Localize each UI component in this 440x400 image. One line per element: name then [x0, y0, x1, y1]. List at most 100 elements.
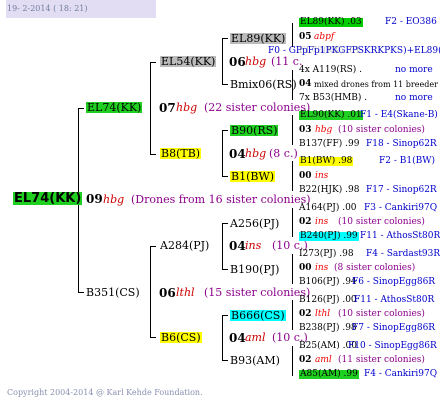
copyright: Copyright 2004-2014 @ Karl Kehde Foundat… — [7, 388, 203, 397]
g5-bottom-queen[interactable]: B240(PJ) .99 — [299, 232, 359, 241]
root-note: (Drones from 16 sister colonies) — [131, 193, 311, 206]
g8-note: (11 sister colonies) — [338, 355, 425, 365]
g2-mixed-drones: mixed drones from 11 breeder col. — [314, 80, 440, 89]
queen-l2-2-year: hbg — [245, 147, 267, 160]
connector — [222, 38, 228, 39]
mother-year: hbg — [176, 101, 198, 114]
queen-l2-2-note: (8 c.) — [269, 147, 298, 160]
g3-bottom-lineage: F18 - Sinop62R — [366, 139, 437, 149]
drone-year: lthl — [176, 286, 195, 299]
connector — [222, 84, 228, 85]
g3-note: (10 sister colonies) — [338, 125, 425, 135]
g6-bottom-queen[interactable]: B106(PJ) .94 — [299, 278, 357, 287]
mother-note: (22 sister colonies) — [204, 101, 311, 114]
g7-bottom-lineage: F7 - SinopEgg86R — [352, 323, 436, 333]
g1-top-lineage: F2 - EO386 — [385, 17, 437, 27]
g3-top-lineage: F1 - E4(Skane-B) — [360, 110, 438, 120]
g5-top-queen[interactable]: A164(PJ) .00 — [299, 204, 357, 213]
g5-note: (10 sister colonies) — [338, 217, 425, 227]
connector — [292, 300, 293, 330]
connector — [222, 360, 228, 361]
queen-l3-1[interactable]: EL89(KK) — [230, 33, 287, 44]
g7-bottom-queen[interactable]: B238(PJ) .98 — [299, 324, 357, 333]
connector — [222, 315, 228, 316]
timestamp: 19- 2-2014 ( 18: 21) — [7, 4, 88, 13]
queen-l2-4-year: aml — [245, 331, 266, 344]
queen-l2-3[interactable]: A284(PJ) — [160, 240, 209, 251]
connector — [222, 38, 223, 85]
g7-year: lthl — [315, 309, 331, 319]
mother-generation: 07 — [159, 101, 176, 115]
g4-top-queen[interactable]: B1(BW) .98 — [299, 157, 354, 166]
root-queen[interactable]: EL74(KK) — [13, 192, 83, 205]
g6-top-lineage: F4 - Sardast93R — [366, 249, 440, 259]
connector — [150, 62, 156, 63]
connector — [78, 292, 84, 293]
queen-l2-1-generation: 06 — [229, 55, 246, 69]
g8-year: aml — [315, 355, 332, 365]
queen-l3-8[interactable]: B93(AM) — [230, 355, 280, 366]
g7-top-lineage: F11 - AthosSt80R — [354, 295, 435, 305]
g7-top-queen[interactable]: B126(PJ) .00 — [299, 296, 357, 305]
g4-year: ins — [315, 171, 329, 181]
connector — [292, 23, 293, 47]
g7-generation: 02 — [299, 309, 312, 319]
g6-year: ins — [315, 263, 329, 273]
queen-l2-2[interactable]: B8(TB) — [160, 148, 202, 159]
connector — [292, 254, 293, 284]
g1-top-queen[interactable]: EL89(KK) .03 — [299, 18, 363, 27]
g2-top-queen[interactable]: 4x A119(RS) . — [299, 66, 362, 75]
connector — [222, 269, 228, 270]
g6-generation: 00 — [299, 263, 312, 273]
g5-bottom-lineage: F11 - AthosSt80R — [360, 231, 440, 241]
queen-l2-1-note: (11 c. — [271, 55, 303, 68]
g8-generation: 02 — [299, 355, 312, 365]
root-generation: 09 — [86, 192, 103, 206]
g6-bottom-lineage: F6 - SinopEgg86R — [352, 277, 436, 287]
g8-bottom-queen[interactable]: A85(AM) .99 — [299, 370, 359, 379]
g2-top-lineage: no more — [395, 65, 433, 75]
connector — [292, 346, 293, 376]
g4-top-lineage: F2 - B1(BW) — [379, 156, 435, 166]
queen-l3-7[interactable]: B666(CS) — [230, 310, 286, 321]
connector — [292, 115, 293, 145]
connector — [150, 246, 156, 247]
connector — [150, 246, 151, 338]
g3-top-queen[interactable]: EL90(KK) .01 — [299, 111, 363, 120]
connector — [292, 208, 293, 237]
queen-l2-4[interactable]: B6(CS) — [160, 332, 202, 343]
queen-l3-5[interactable]: A256(PJ) — [230, 218, 279, 229]
g2-generation: 04 — [299, 79, 312, 89]
connector — [292, 161, 293, 191]
g5-year: ins — [315, 217, 329, 227]
g6-top-queen[interactable]: I273(PJ) .98 — [299, 250, 354, 259]
connector — [222, 130, 223, 177]
g7-note: (10 sister colonies) — [338, 309, 425, 319]
g5-generation: 02 — [299, 217, 312, 227]
queen-l3-4[interactable]: B1(BW) — [230, 171, 276, 182]
queen-l2-1[interactable]: EL54(KK) — [160, 56, 217, 67]
queen-l3-6[interactable]: B190(PJ) — [230, 264, 279, 275]
g6-note: (8 sister colonies) — [334, 263, 416, 273]
mother-queen[interactable]: EL74(KK) — [86, 102, 143, 113]
g4-bottom-queen[interactable]: B22(HJK) .98 — [299, 186, 359, 195]
g2-bottom-queen[interactable]: 7x B53(HMB) . — [299, 94, 367, 103]
g5-top-lineage: F3 - Cankiri97Q — [364, 203, 438, 213]
g3-generation: 03 — [299, 125, 312, 135]
queen-l2-3-year: ins — [245, 239, 262, 252]
connector — [150, 62, 151, 155]
queen-l2-2-generation: 04 — [229, 147, 246, 161]
connector — [222, 315, 223, 361]
queen-l3-2[interactable]: Bmix06(RS) — [230, 79, 297, 90]
queen-l3-3[interactable]: B90(RS) — [230, 125, 279, 136]
queen-l2-1-year: hbg — [245, 55, 267, 68]
g8-bottom-lineage: F4 - Cankiri97Q — [364, 369, 438, 379]
g2-bottom-lineage: no more — [395, 93, 433, 103]
root-year: hbg — [103, 193, 125, 206]
g3-year: hbg — [315, 125, 333, 135]
g1-bottom-queen: EL73(KK) .01 — [299, 46, 361, 56]
g1-year: abpf — [314, 32, 335, 42]
drone-queen[interactable]: B351(CS) — [86, 287, 140, 298]
g3-bottom-queen[interactable]: B137(FF) .99 — [299, 140, 359, 149]
connector — [150, 337, 156, 338]
